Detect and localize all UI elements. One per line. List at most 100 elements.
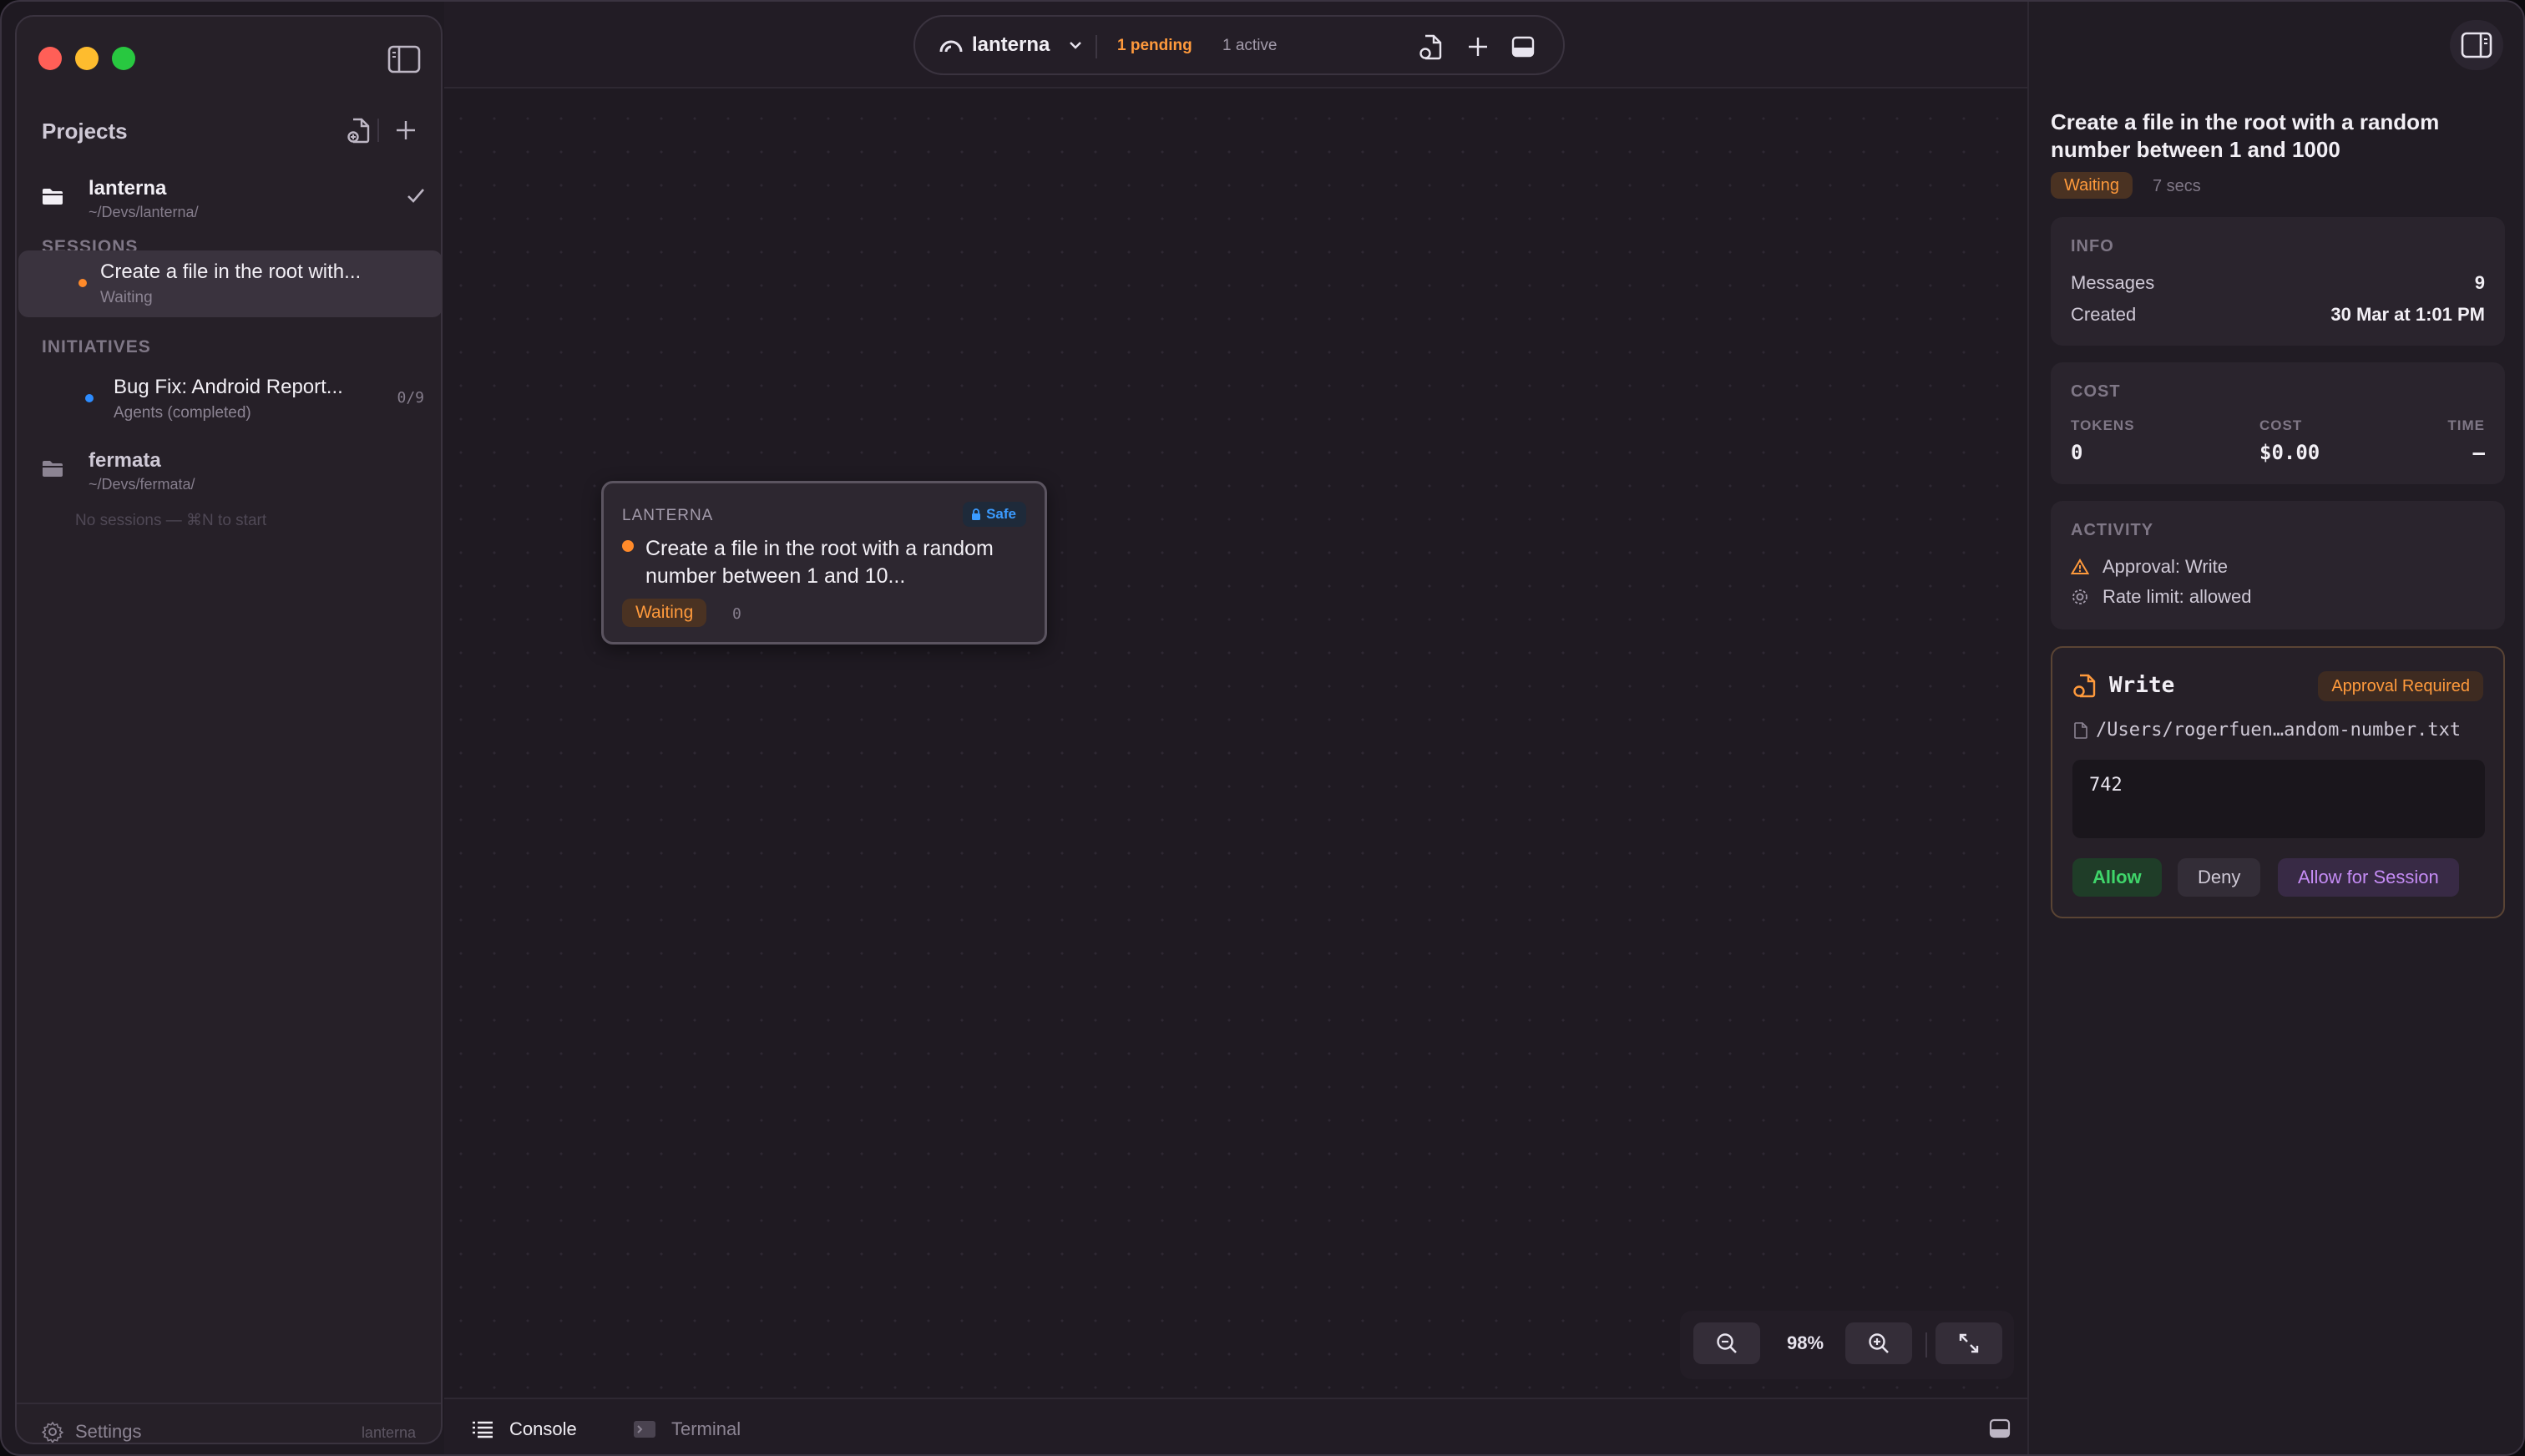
bottom-panel-bar: Console Terminal [444,1398,2027,1454]
elapsed-time: 7 secs [2153,177,2201,195]
tokens-stat: TOKENS 0 [2071,417,2135,464]
message-count: 0 [732,605,741,623]
time-label: TIME [2447,417,2485,433]
project-name: fermata [89,449,161,472]
gear-icon[interactable] [42,1421,63,1443]
cost-label: COST [2259,417,2303,433]
allow-button[interactable]: Allow [2072,858,2162,897]
plus-icon [397,121,415,139]
session-item[interactable]: Create a file in the root with... Waitin… [18,250,443,317]
cost-section-label: COST [2071,382,2121,401]
bottom-panel-icon [1511,36,1535,58]
no-sessions-hint: No sessions — ⌘N to start [75,512,267,529]
status-dot [622,540,634,552]
gear-icon [2072,589,2087,604]
minimize-window-button[interactable] [75,47,99,70]
initiative-progress-count: 0/9 [397,389,424,407]
session-status: Waiting [100,289,153,306]
new-file-icon [347,118,370,144]
tab-console[interactable]: Console [471,1414,577,1444]
check-icon [407,189,424,203]
canvas-toolbar: lanterna 1 pending 1 active [444,2,2027,88]
terminal-icon [634,1421,655,1438]
sidebar-toggle-icon[interactable] [387,45,421,73]
file-content-preview: 742 [2072,760,2485,838]
activity-item: Rate limit: allowed [2071,584,2252,609]
sidebar: Projects lanterna ~/Devs/lanterna/ SESSI… [15,15,443,1444]
folder-icon [43,189,63,205]
initiative-item[interactable]: Bug Fix: Android Report... Agents (compl… [18,357,443,424]
tab-terminal[interactable]: Terminal [633,1414,741,1444]
project-lanterna[interactable]: lanterna ~/Devs/lanterna/ [42,175,434,225]
allow-for-session-button[interactable]: Allow for Session [2278,858,2459,897]
status-dot [78,279,87,287]
list-icon [473,1421,493,1438]
activity-text: Rate limit: allowed [2102,586,2252,607]
zoom-out-button[interactable] [1693,1322,1760,1364]
time-stat: TIME — [2447,417,2485,464]
activity-item: Approval: Write [2071,554,2228,579]
new-file-button[interactable] [1416,32,1446,62]
close-window-button[interactable] [38,47,62,70]
chevron-down-icon[interactable] [1069,40,1082,50]
initiative-title: Bug Fix: Android Report... [114,376,343,398]
right-panel-icon [2461,32,2492,58]
info-card: INFO Messages 9 Created 30 Mar at 1:01 P… [2051,217,2505,346]
toolbar-divider [377,119,379,142]
messages-value: 9 [2474,272,2485,293]
tab-console-label: Console [509,1418,577,1439]
bottom-panel-icon[interactable] [1989,1418,2011,1439]
plus-icon [1469,38,1487,56]
status-badge: Waiting [2051,172,2133,199]
file-path: /Users/rogerfuen…andom-number.txt [2096,720,2462,741]
activity-card: ACTIVITY Approval: Write Rate limit: all… [2051,501,2505,629]
activity-text: Approval: Write [2102,556,2228,577]
time-value: — [2472,441,2485,464]
project-toolbar-pill: lanterna 1 pending 1 active [913,15,1565,75]
zoom-divider [1925,1332,1927,1357]
settings-link[interactable]: Settings [75,1421,142,1443]
toolbar-divider [1096,35,1097,58]
messages-label: Messages [2071,272,2155,293]
file-path-row: /Users/rogerfuen…andom-number.txt [2074,720,2461,741]
cost-value: $0.00 [2259,441,2320,464]
new-file-button[interactable] [344,115,374,145]
warning-icon [2071,559,2089,574]
session-canvas[interactable]: lanterna 1 pending 1 active LANTERNA Saf… [444,2,2027,1398]
zoom-in-button[interactable] [1845,1322,1912,1364]
add-project-button[interactable] [391,115,421,145]
app-window: Projects lanterna ~/Devs/lanterna/ SESSI… [0,0,2525,1456]
lanterna-logo-icon [939,40,963,53]
project-path: ~/Devs/lanterna/ [89,204,199,220]
node-project-label: LANTERNA [622,507,714,524]
project-name: lanterna [89,177,167,200]
activity-label: ACTIVITY [2071,521,2154,539]
cost-stat: COST $0.00 [2259,417,2320,464]
zoom-controls: 98% [1680,1311,2014,1379]
fit-view-button[interactable] [1935,1322,2002,1364]
node-title: Create a file in the root with a random … [645,537,994,588]
new-file-icon [1419,34,1442,60]
file-edit-icon [2073,674,2096,698]
active-count[interactable]: 1 active [1222,37,1277,55]
add-session-button[interactable] [1463,32,1493,62]
deny-button[interactable]: Deny [2178,858,2261,897]
status-dot [85,394,94,402]
maximize-window-button[interactable] [112,47,135,70]
right-panel-toggle-button[interactable] [2450,20,2503,70]
session-node-card[interactable]: LANTERNA Safe Create a file in the root … [601,481,1047,645]
file-icon [2074,721,2087,739]
initiatives-section-label: INITIATIVES [42,337,151,356]
write-approval-card: Write Approval Required /Users/rogerfuen… [2051,646,2505,918]
pending-count[interactable]: 1 pending [1117,37,1192,55]
toggle-bottom-panel-button[interactable] [1508,32,1538,62]
initiative-status: Agents (completed) [114,404,251,422]
safe-badge: Safe [963,502,1026,527]
expand-icon [1959,1333,1979,1353]
project-fermata[interactable]: fermata ~/Devs/fermata/ [42,447,434,498]
created-label: Created [2071,304,2137,325]
tool-name: Write [2109,673,2175,698]
project-switcher[interactable]: lanterna [972,33,1050,57]
sidebar-footer: Settings lanterna [17,1403,441,1444]
tokens-label: TOKENS [2071,417,2135,433]
